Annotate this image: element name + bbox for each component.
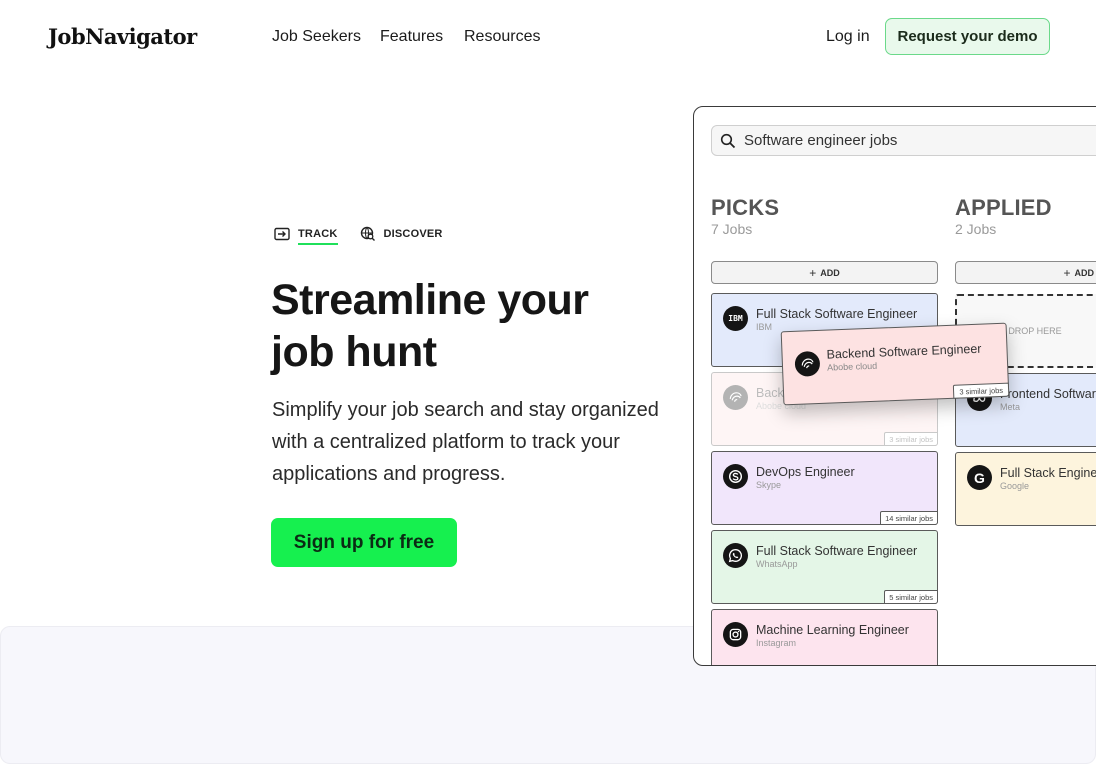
hero-title-line-1: Streamline your (271, 276, 589, 324)
login-link[interactable]: Log in (826, 28, 870, 46)
job-card-company: Google (1000, 481, 1030, 491)
column-title-applied: APPLIED (955, 195, 1052, 220)
job-card-company: Instagram (756, 638, 797, 648)
tab-track[interactable]: TRACK (274, 226, 338, 245)
job-card-company: Abobe cloud (826, 360, 878, 373)
signup-button[interactable]: Sign up for free (271, 518, 457, 567)
job-card-title: Backend Software Engineer (826, 341, 982, 362)
similar-jobs-badge: 5 similar jobs (884, 590, 938, 604)
similar-jobs-badge: 3 similar jobs (884, 432, 938, 446)
job-card-title: Full Stack Software Engineer (756, 307, 918, 321)
tab-discover-label: DISCOVER (383, 228, 443, 240)
search-icon (720, 133, 736, 148)
column-title-picks: PICKS (711, 195, 780, 220)
column-count-applied: 2 Jobs (955, 221, 997, 237)
brand-logo[interactable]: JobNavigator (48, 24, 197, 49)
tray-arrow-icon (274, 227, 290, 241)
job-card-title: Full Stack Enginee (1000, 466, 1096, 480)
search-query: Software engineer jobs (744, 132, 898, 149)
search-bar[interactable]: Software engineer jobs (711, 125, 1096, 156)
job-card-company: Skype (756, 480, 782, 490)
request-demo-button[interactable]: Request your demo (885, 18, 1050, 55)
job-card-title: Full Stack Software Engineer (756, 544, 918, 558)
job-card-company: WhatsApp (756, 559, 798, 569)
globe-search-icon (360, 226, 375, 241)
hero-subtitle: Simplify your job search and stay organi… (272, 399, 659, 485)
nav-features[interactable]: Features (380, 28, 443, 46)
adobe-cloud-icon (723, 385, 748, 410)
hero-title: Streamline your job hunt (271, 274, 631, 378)
column-count-picks: 7 Jobs (711, 221, 753, 237)
job-card[interactable]: G Full Stack Enginee Google (955, 452, 1096, 526)
plus-icon: + (1063, 265, 1071, 280)
add-label: ADD (820, 267, 840, 278)
job-card[interactable]: DevOps Engineer Skype 14 similar jobs (711, 451, 938, 525)
adobe-cloud-icon (794, 350, 821, 377)
job-card-title: Machine Learning Engineer (756, 623, 909, 637)
add-button-applied[interactable]: + ADD (955, 261, 1096, 284)
add-button-picks[interactable]: + ADD (711, 261, 938, 284)
dragging-job-card[interactable]: Backend Software Engineer Abobe cloud 3 … (780, 322, 1010, 406)
hero-tabs: TRACK DISCOVER (274, 226, 443, 245)
job-card-company: IBM (756, 322, 773, 332)
job-card[interactable]: Full Stack Software Engineer WhatsApp 5 … (711, 530, 938, 604)
job-card-title: DevOps Engineer (756, 465, 855, 479)
skype-icon (723, 464, 748, 489)
hero-title-line-2: job hunt (271, 328, 437, 376)
job-card-title: Frontend Software (1000, 387, 1096, 401)
similar-jobs-badge: 3 similar jobs (953, 382, 1010, 399)
similar-jobs-badge: 14 similar jobs (880, 511, 938, 525)
ibm-icon: IBM (723, 306, 748, 331)
add-label: ADD (1074, 267, 1095, 278)
job-card[interactable]: Machine Learning Engineer Instagram (711, 609, 938, 665)
job-card-company: Meta (1000, 402, 1021, 412)
instagram-icon (723, 622, 748, 647)
plus-icon: + (809, 265, 817, 280)
nav-job-seekers[interactable]: Job Seekers (272, 28, 361, 46)
top-nav: JobNavigator Job Seekers Features Resour… (0, 0, 1096, 72)
nav-resources[interactable]: Resources (464, 28, 540, 46)
whatsapp-icon (723, 543, 748, 568)
tab-track-label: TRACK (298, 228, 338, 245)
google-icon: G (967, 465, 992, 490)
tab-discover[interactable]: DISCOVER (360, 226, 443, 242)
